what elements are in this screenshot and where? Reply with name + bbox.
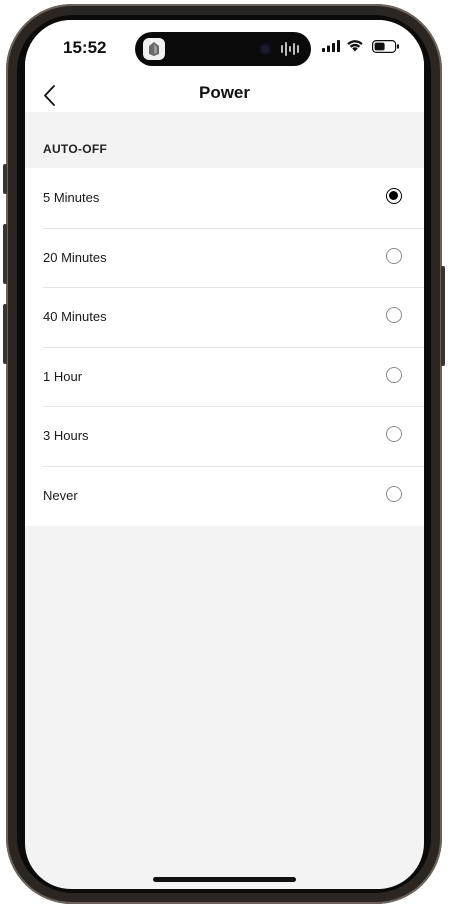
option-label: 5 Minutes (43, 190, 100, 205)
section-title: AUTO-OFF (43, 142, 108, 156)
option-3-hours[interactable]: 3 Hours (25, 406, 424, 466)
radio-button[interactable] (386, 366, 402, 383)
phone-volume-up-button (3, 224, 7, 284)
radio-button[interactable] (386, 485, 402, 502)
radio-button[interactable] (386, 426, 402, 443)
section-header: AUTO-OFF (25, 112, 424, 168)
battery-icon (372, 40, 399, 53)
option-label: 20 Minutes (43, 249, 107, 265)
status-icons (322, 40, 402, 56)
status-bar: 15:52 (25, 20, 424, 76)
cellular-signal-icon (322, 40, 340, 52)
wifi-icon (347, 40, 363, 52)
home-indicator[interactable] (153, 877, 296, 882)
navigation-bar: Power (25, 76, 424, 112)
option-label: Never (43, 487, 78, 503)
app-activity-icon (143, 38, 165, 60)
screen: 15:52 Power AUTO-OFF 5 Minutes 20 Minute… (25, 20, 424, 889)
option-20-minutes[interactable]: 20 Minutes (25, 227, 424, 288)
radio-button[interactable] (386, 247, 402, 264)
status-time: 15:52 (63, 38, 107, 57)
option-label: 40 Minutes (43, 309, 107, 325)
option-label: 3 Hours (43, 428, 89, 444)
radio-button[interactable] (386, 307, 402, 324)
phone-action-button (3, 164, 7, 194)
option-label: 1 Hour (43, 368, 83, 384)
option-1-hour[interactable]: 1 Hour (25, 346, 424, 407)
phone-volume-down-button (3, 304, 7, 364)
option-40-minutes[interactable]: 40 Minutes (25, 287, 424, 347)
audio-waveform-icon (281, 42, 299, 56)
front-camera-icon (259, 43, 271, 55)
phone-power-button (441, 266, 445, 366)
radio-button[interactable] (386, 188, 402, 204)
dynamic-island[interactable] (135, 32, 311, 66)
page-title: Power (198, 83, 251, 102)
auto-off-options: 5 Minutes 20 Minutes 40 Minutes 1 Hour 3… (25, 168, 424, 526)
option-never[interactable]: Never (25, 465, 424, 526)
option-5-minutes[interactable]: 5 Minutes (25, 168, 424, 228)
